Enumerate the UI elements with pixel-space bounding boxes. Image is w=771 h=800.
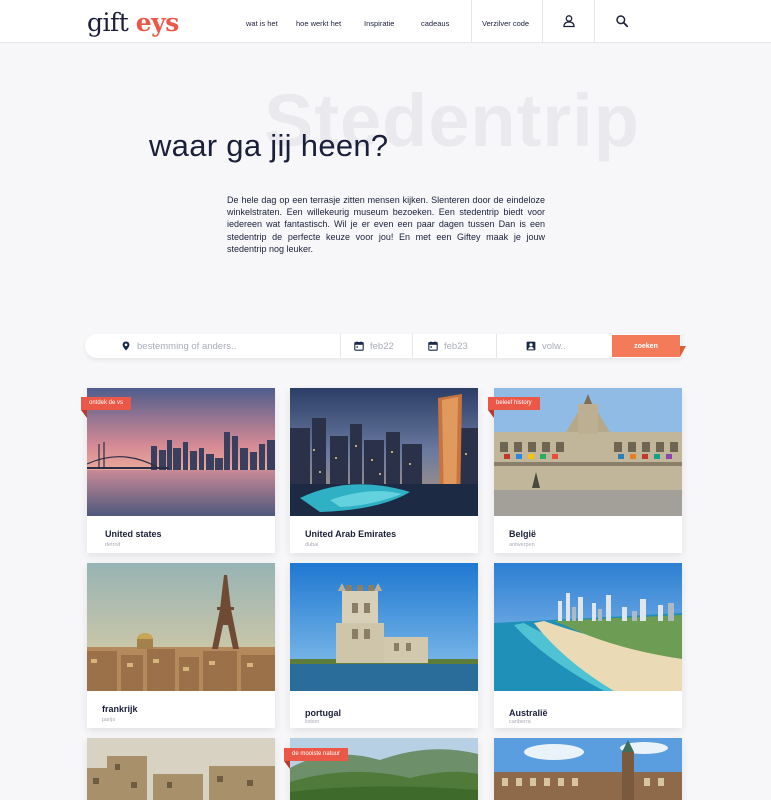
header-divider [471, 0, 472, 43]
destination-card-city-hall[interactable] [494, 738, 682, 800]
paris-eiffel-tower-image [87, 563, 275, 691]
search-button-fold [680, 346, 686, 357]
destination-input[interactable]: bestemming of anders.. [121, 334, 343, 358]
card-title: United Arab Emirates [305, 529, 397, 539]
header-divider [542, 0, 543, 43]
date-to-value: feb23 [444, 340, 468, 352]
card-tag[interactable]: ontdek de vs [81, 397, 132, 410]
search-divider [496, 334, 497, 358]
logo[interactable]: gift eys [87, 8, 179, 37]
belem-tower-image [290, 563, 478, 691]
search-bar: bestemming of anders.. feb22 feb23 volw. [85, 334, 681, 358]
card-subtitle: detroit [105, 542, 121, 548]
card-subtitle: lisbon [305, 719, 320, 725]
calendar-icon [428, 341, 438, 351]
destination-card-portugal[interactable]: portugal lisbon [290, 563, 478, 728]
nav-wat-is-het[interactable]: wat is het [246, 19, 278, 28]
search-button[interactable]: zoeken [612, 335, 680, 357]
date-from-field[interactable]: feb22 [354, 334, 414, 358]
card-subtitle: antwerpen [509, 542, 535, 548]
card-title: frankrijk [102, 704, 138, 714]
nav-inspiratie[interactable]: Inspiratie [364, 19, 394, 28]
destination-card-frankrijk[interactable]: frankrijk parijs [87, 563, 275, 728]
date-to-field[interactable]: feb23 [428, 334, 498, 358]
nav-cadeaus[interactable]: cadeaus [421, 19, 449, 28]
nav-hoe-werkt-het[interactable]: hoe werkt het [296, 19, 341, 28]
card-tag[interactable]: beleef history [488, 397, 540, 410]
search-icon[interactable] [615, 14, 629, 28]
search-divider [340, 334, 341, 358]
destination-card-australie[interactable]: Australië canberra [494, 563, 682, 728]
card-tag-fold [284, 761, 290, 769]
gold-coast-beach-image [494, 563, 682, 691]
destination-card-united-arab-emirates[interactable]: United Arab Emirates dubai [290, 388, 478, 553]
city-hall-image [494, 738, 682, 800]
site-header: gift eys wat is het hoe werkt het Inspir… [0, 0, 771, 43]
card-title: Australië [509, 708, 548, 718]
destination-card-belgie[interactable]: België antwerpen [494, 388, 682, 553]
guests-value: volw.. [542, 340, 566, 352]
location-pin-icon [122, 341, 130, 351]
hero-description: De hele dag op een terrasje zitten mense… [227, 195, 545, 254]
card-subtitle: parijs [102, 717, 116, 723]
card-title: België [509, 529, 537, 539]
search-divider [412, 334, 413, 358]
dubai-marina-image [290, 388, 478, 516]
card-title: United states [105, 529, 162, 539]
card-tag-fold [488, 410, 494, 418]
card-subtitle: dubai [305, 542, 319, 548]
old-town-image [87, 738, 275, 800]
user-icon[interactable] [562, 14, 576, 28]
destination-card-old-town[interactable] [87, 738, 275, 800]
guests-field[interactable]: volw.. [526, 334, 606, 358]
destination-card-united-states[interactable]: United states detroit [87, 388, 275, 553]
date-from-value: feb22 [370, 340, 394, 352]
redeem-code-link[interactable]: Verzilver code [482, 19, 529, 28]
calendar-icon [354, 341, 364, 351]
page-title: waar ga jij heen? [149, 128, 389, 163]
card-tag-fold [81, 410, 87, 418]
card-title: portugal [305, 708, 341, 718]
card-subtitle: canberra [509, 719, 531, 725]
person-badge-icon [526, 341, 536, 351]
header-divider [594, 0, 595, 43]
destination-placeholder: bestemming of anders.. [137, 340, 237, 352]
card-tag[interactable]: de mooiste natuur [284, 748, 349, 761]
